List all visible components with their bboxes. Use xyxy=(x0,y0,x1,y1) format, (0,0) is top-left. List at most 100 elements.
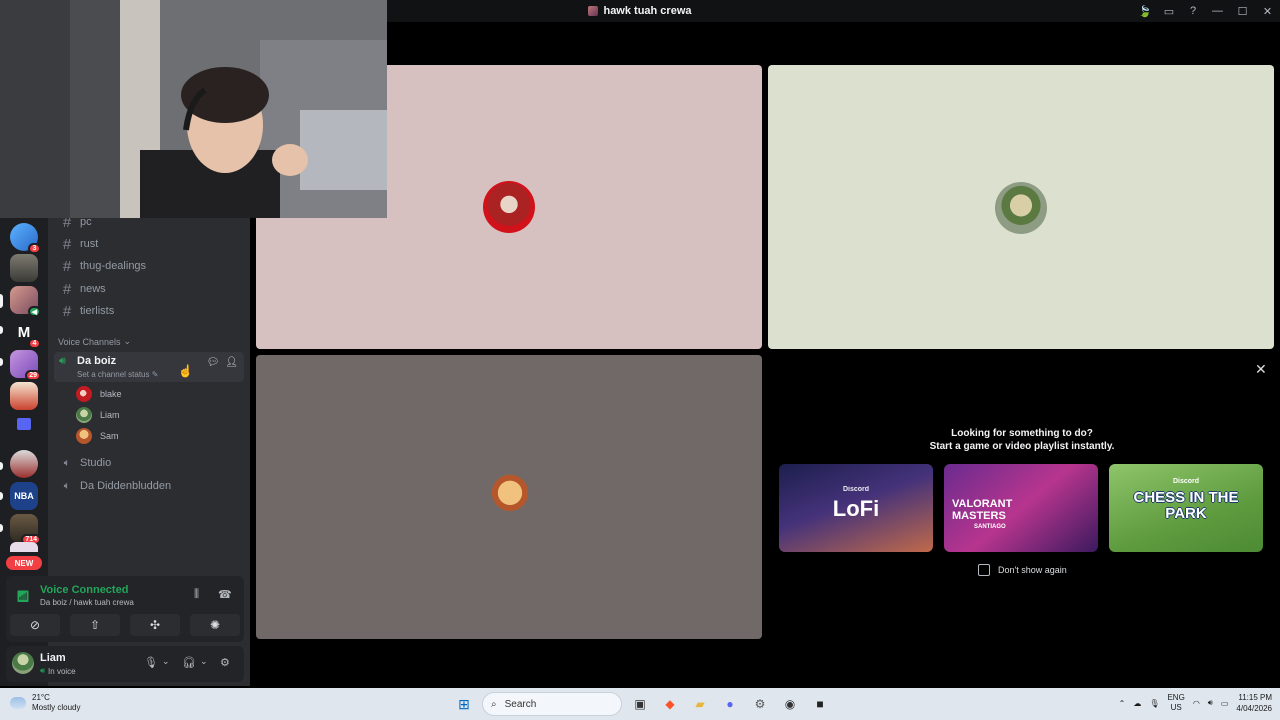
avatar xyxy=(76,407,92,423)
activities-icon: ✣ xyxy=(149,618,161,632)
notification-badge: 4 xyxy=(28,338,41,349)
close-window-icon[interactable]: ✕ xyxy=(1255,0,1280,22)
screen-share-button[interactable]: ⇧ xyxy=(70,614,120,636)
hash-icon: # xyxy=(62,302,72,320)
nitro-leaf-icon[interactable]: 🍃 xyxy=(1133,0,1157,22)
inbox-icon[interactable]: ▭ xyxy=(1157,0,1181,22)
activity-card-valorant[interactable]: VALORANT MASTERS SANTIAGO xyxy=(944,464,1098,552)
epic-games-icon[interactable]: ■ xyxy=(808,692,832,716)
voice-channel-studio[interactable]: 🔈︎ Studio xyxy=(56,452,112,474)
channel-rust[interactable]: # rust xyxy=(56,233,244,255)
pencil-icon: ✎ xyxy=(151,370,159,379)
discord-icon[interactable]: ● xyxy=(718,692,742,716)
server-icon-6[interactable] xyxy=(10,382,38,410)
avatar xyxy=(483,181,535,233)
steam-icon[interactable]: ◉ xyxy=(778,692,802,716)
channel-status-placeholder[interactable]: Set a channel status ✎ xyxy=(77,370,158,379)
server-icon-3[interactable]: ◀ xyxy=(10,286,41,317)
hash-icon: # xyxy=(62,218,72,231)
video-tile-sam[interactable] xyxy=(256,355,762,639)
activity-card-chess[interactable]: Discord CHESS IN THE PARK xyxy=(1109,464,1263,552)
voice-member-sam[interactable]: Sam xyxy=(76,426,119,446)
disconnect-icon[interactable]: ☎ xyxy=(218,588,232,601)
video-tile-liam[interactable] xyxy=(768,65,1274,349)
help-icon[interactable]: ? xyxy=(1181,0,1205,22)
voice-channel-da-diddenbludden[interactable]: 🔈︎ Da Diddenbludden xyxy=(56,475,171,497)
avatar[interactable] xyxy=(12,652,34,674)
weather-condition: Mostly cloudy xyxy=(32,703,81,712)
task-view-icon[interactable]: ▣ xyxy=(628,692,652,716)
server-icon-8[interactable] xyxy=(10,450,38,478)
voice-channel-actions: 💬︎ 👤︎ xyxy=(207,357,238,368)
webcam-image xyxy=(0,0,387,218)
server-icon-1[interactable]: 3 xyxy=(10,223,41,254)
checkbox[interactable] xyxy=(978,564,990,576)
voice-channel-name: Da boiz xyxy=(77,355,117,367)
voice-member-liam[interactable]: Liam xyxy=(76,405,120,425)
invite-user-icon[interactable]: 👤︎ xyxy=(225,357,238,368)
voice-connected-title[interactable]: Voice Connected xyxy=(40,584,128,596)
mouse-cursor-icon: ☝ xyxy=(178,364,193,378)
chevron-up-icon[interactable]: ⌃ xyxy=(1119,699,1126,708)
server-icon-11[interactable] xyxy=(10,542,38,552)
volume-icon[interactable]: 🔊︎ xyxy=(1208,698,1213,708)
folder-icon[interactable] xyxy=(17,418,31,430)
headphones-icon[interactable]: 🎧︎ xyxy=(182,656,196,669)
temperature: 21°C xyxy=(32,693,50,702)
system-tray: ⌃ ☁ 🎙︎ ENG US ◠ 🔊︎ ▭ 11:15 PM 4/04/2026 xyxy=(1119,692,1272,714)
title-bar-controls: 🍃 ▭ ? — ☐ ✕ xyxy=(1133,0,1280,22)
activity-prompt: Looking for something to do? Start a gam… xyxy=(929,428,1115,452)
chat-bubble-icon[interactable]: 💬︎ xyxy=(207,357,220,368)
dont-show-again[interactable]: Don't show again xyxy=(978,564,1067,576)
soundboard-button[interactable]: ✺ xyxy=(190,614,240,636)
settings-gear-icon[interactable]: ⚙ xyxy=(220,656,230,669)
chevron-down-icon[interactable]: ⌄ xyxy=(200,656,208,667)
voice-channel-da-boiz[interactable]: 🔊︎ Da boiz Set a channel status ✎ 💬︎ 👤︎ xyxy=(54,352,244,382)
taskbar: 21°C Mostly cloudy ⊞ ⌕ Search ▣ ◆ ▰ ● ⚙ … xyxy=(0,688,1280,720)
maximize-icon[interactable]: ☐ xyxy=(1230,0,1255,22)
noise-suppression-icon[interactable]: ⫼ xyxy=(194,588,199,601)
language-indicator[interactable]: ENG US xyxy=(1167,693,1184,713)
server-icon-10[interactable]: 714 xyxy=(10,514,41,545)
activity-card-lofi[interactable]: Discord LoFi xyxy=(779,464,933,552)
close-activities-icon[interactable]: ✕ xyxy=(1255,361,1267,378)
chevron-down-icon[interactable]: ⌄ xyxy=(162,656,170,667)
user-panel: Liam 🔊︎ In voice 🎙︎ ⌄ 🎧︎ ⌄ ⚙ xyxy=(6,646,244,682)
channel-news[interactable]: # news xyxy=(56,278,244,300)
battery-icon[interactable]: ▭ xyxy=(1221,699,1229,708)
hash-icon: # xyxy=(62,280,72,298)
channel-pc[interactable]: # pc xyxy=(56,218,244,233)
activities-button[interactable]: ✣ xyxy=(130,614,180,636)
taskbar-search[interactable]: ⌕ Search xyxy=(482,692,622,716)
channel-tierlists[interactable]: # tierlists xyxy=(56,300,244,322)
windows-start-icon[interactable]: ⊞ xyxy=(452,692,476,716)
microphone-icon[interactable]: 🎙︎ xyxy=(1149,699,1159,708)
settings-icon[interactable]: ⚙ xyxy=(748,692,772,716)
minimize-icon[interactable]: — xyxy=(1205,0,1230,22)
server-icon-2[interactable] xyxy=(10,254,38,282)
server-icon-nba[interactable]: NBA xyxy=(10,482,38,510)
server-icon-5[interactable]: 29 xyxy=(10,350,41,381)
channel-thug-dealings[interactable]: # thug-dealings xyxy=(56,255,244,277)
voice-active-badge: ◀ xyxy=(27,306,41,317)
signal-strength-icon[interactable]: 📶︎ xyxy=(16,590,30,603)
server-unread-pill xyxy=(0,358,3,366)
server-icon-m[interactable]: M 4 xyxy=(10,318,41,349)
brave-browser-icon[interactable]: ◆ xyxy=(658,692,682,716)
voice-member-blake[interactable]: blake xyxy=(76,384,122,404)
category-voice-channels[interactable]: Voice Channels ⌄ xyxy=(58,336,131,347)
onedrive-icon[interactable]: ☁ xyxy=(1133,699,1141,708)
camera-off-button[interactable]: ⊘ xyxy=(10,614,60,636)
file-explorer-icon[interactable]: ▰ xyxy=(688,692,712,716)
weather-widget[interactable]: 21°C Mostly cloudy xyxy=(10,693,80,713)
username: Liam xyxy=(40,652,66,664)
clock[interactable]: 11:15 PM 4/04/2026 xyxy=(1236,692,1272,714)
hash-icon: # xyxy=(62,257,72,275)
wifi-icon[interactable]: ◠ xyxy=(1193,699,1200,708)
speaker-icon: 🔈︎ xyxy=(63,456,71,469)
microphone-icon[interactable]: 🎙︎ xyxy=(144,656,158,669)
new-badge[interactable]: NEW xyxy=(6,556,42,570)
taskbar-apps: ⊞ ⌕ Search ▣ ◆ ▰ ● ⚙ ◉ ■ xyxy=(452,692,832,716)
speaker-icon: 🔊︎ xyxy=(40,666,46,675)
hash-icon: # xyxy=(62,235,72,253)
